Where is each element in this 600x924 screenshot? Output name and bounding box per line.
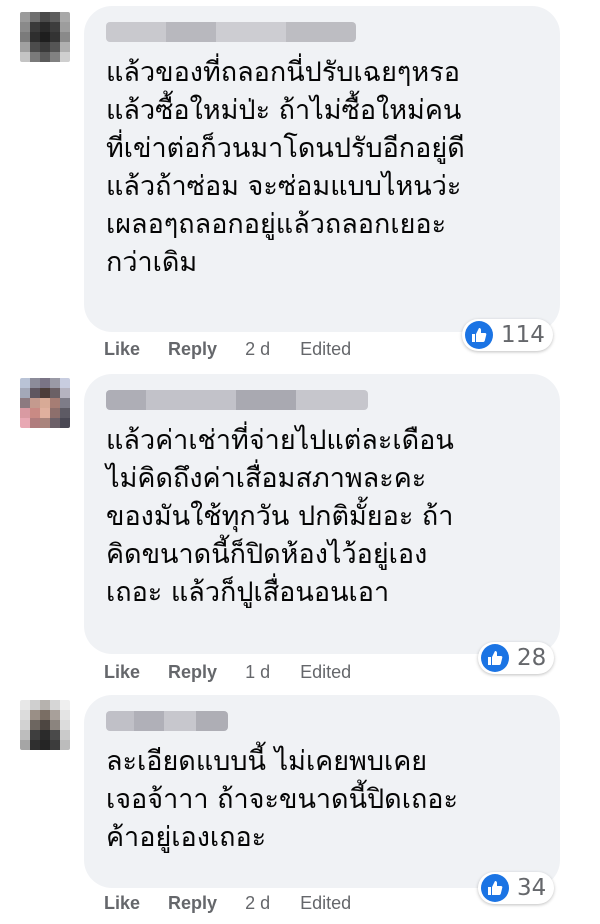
reaction-counter[interactable]: 114 [462,319,553,351]
reply-button[interactable]: Reply [168,893,217,914]
timestamp[interactable]: 2 d [245,339,270,360]
comment-actions: Like Reply 2 d Edited [104,893,351,914]
edited-label[interactable]: Edited [300,339,351,360]
thumbs-up-icon [481,874,509,902]
author-name-blurred[interactable] [106,390,368,410]
comment-actions: Like Reply 1 d Edited [104,662,351,683]
comment-bubble: แล้วค่าเช่าที่จ่ายไปแต่ละเดือน ไม่คิดถึง… [84,374,560,654]
reaction-count: 114 [501,322,545,348]
timestamp[interactable]: 2 d [245,893,270,914]
comment-text: ละเอียดแบบนี้ ไม่เคยพบเคย เจอจ้าาา ถ้าจะ… [106,746,459,853]
reaction-count: 28 [517,645,547,671]
reply-button[interactable]: Reply [168,339,217,360]
timestamp[interactable]: 1 d [245,662,270,683]
comment-bubble: แล้วของที่ถลอกนี่ปรับเฉยๆหรอ แล้วซื้อใหม… [84,6,560,332]
reaction-count: 34 [517,875,547,901]
comment-text: แล้วของที่ถลอกนี่ปรับเฉยๆหรอ แล้วซื้อใหม… [106,57,465,278]
comment-text: แล้วค่าเช่าที่จ่ายไปแต่ละเดือน ไม่คิดถึง… [106,425,454,608]
avatar[interactable] [20,378,70,428]
author-name-blurred[interactable] [106,22,356,42]
edited-label[interactable]: Edited [300,662,351,683]
like-button[interactable]: Like [104,662,140,683]
avatar[interactable] [20,700,70,750]
author-name-blurred[interactable] [106,711,228,731]
reply-button[interactable]: Reply [168,662,217,683]
thumbs-up-icon [481,644,509,672]
comment-bubble: ละเอียดแบบนี้ ไม่เคยพบเคย เจอจ้าาา ถ้าจะ… [84,695,560,888]
like-button[interactable]: Like [104,339,140,360]
comment-actions: Like Reply 2 d Edited [104,339,351,360]
thumbs-up-icon [465,321,493,349]
avatar[interactable] [20,12,70,62]
reaction-counter[interactable]: 34 [478,872,555,904]
like-button[interactable]: Like [104,893,140,914]
edited-label[interactable]: Edited [300,893,351,914]
reaction-counter[interactable]: 28 [478,642,555,674]
